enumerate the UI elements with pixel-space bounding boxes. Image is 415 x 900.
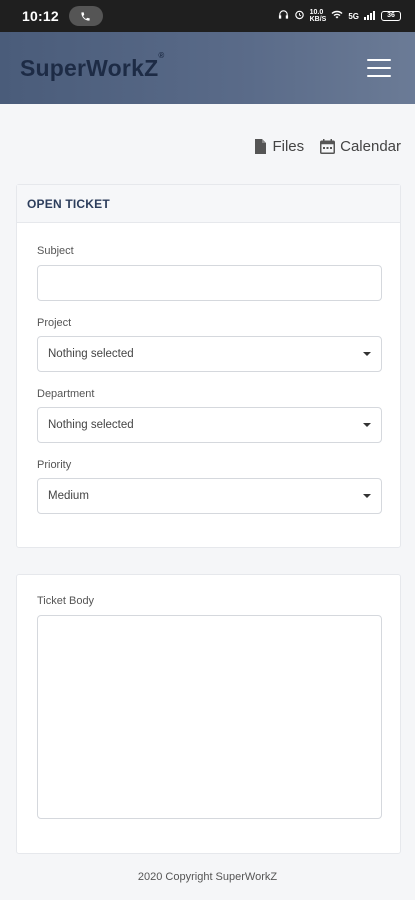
trademark-mark: ® [158,50,165,60]
shortcut-links: Files Calendar [254,138,401,155]
calendar-label: Calendar [340,138,401,155]
battery-icon: 36 [381,11,401,21]
subject-label: Subject [37,245,74,257]
ticket-body-card: Ticket Body [16,574,401,854]
battery-level: 36 [387,12,395,19]
project-select[interactable]: Nothing selected [37,336,382,372]
department-select[interactable]: Nothing selected [37,407,382,443]
phone-icon [68,6,103,26]
subject-input[interactable] [37,265,382,301]
wifi-icon [331,9,343,23]
data-speed-unit: KB/S [309,16,327,23]
files-label: Files [272,138,305,155]
footer: 2020 Copyright SuperWorkZ [0,854,415,900]
data-speed-value: 10.0 [309,9,324,16]
open-ticket-title: OPEN TICKET [17,185,400,223]
priority-select-value: Medium [48,490,89,502]
status-icons: 10.0 KB/S 5G 36 [278,9,401,23]
priority-select[interactable]: Medium [37,478,382,514]
chevron-down-icon [363,423,371,427]
ticket-body-textarea[interactable] [37,615,382,819]
project-select-value: Nothing selected [48,348,134,360]
brand-name: SuperWorkZ [20,54,159,81]
open-ticket-card: OPEN TICKET Subject Project Nothing sele… [16,184,401,548]
brand-logo[interactable]: SuperWorkZ® [20,51,164,82]
chevron-down-icon [363,494,371,498]
calendar-icon [320,139,336,154]
file-icon [255,139,267,154]
headphones-icon [278,9,289,23]
status-bar: 10:12 10.0 KB/S 5G 36 [0,0,415,32]
signal-icon [364,10,376,23]
project-label: Project [37,317,72,329]
hamburger-icon[interactable] [367,59,391,77]
files-link[interactable]: Files [254,138,304,155]
department-label: Department [37,388,95,400]
app-header: SuperWorkZ® [0,32,415,104]
copyright-text: 2020 Copyright SuperWorkZ [137,871,278,883]
network-label: 5G [348,11,359,21]
ticket-body-label: Ticket Body [37,595,95,607]
department-select-value: Nothing selected [48,419,134,431]
calendar-link[interactable]: Calendar [320,138,401,155]
status-time: 10:12 [22,8,59,24]
chevron-down-icon [363,352,371,356]
alarm-icon [294,9,305,23]
priority-label: Priority [37,459,72,471]
data-speed: 10.0 KB/S [310,9,327,23]
